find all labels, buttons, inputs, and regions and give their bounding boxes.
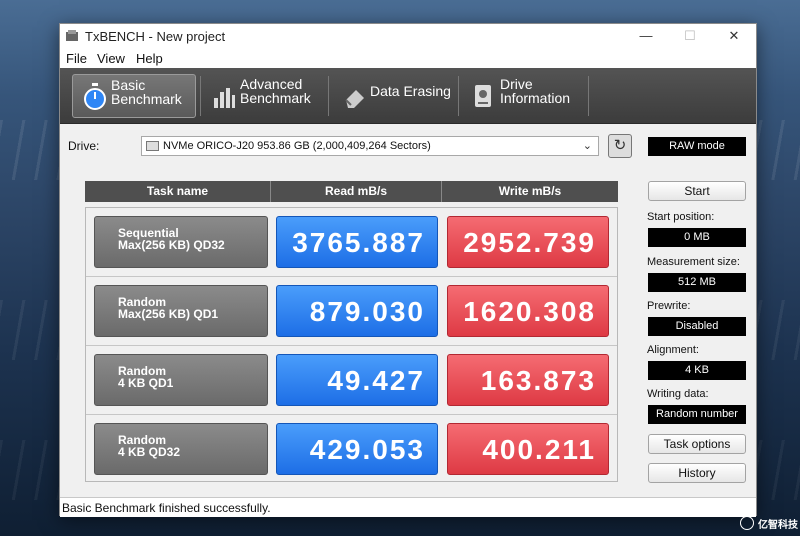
tab-label: Basic Benchmark (111, 77, 182, 107)
title-bar[interactable]: TxBENCH - New project — ☐ ✕ (60, 24, 756, 48)
write-result: 400.211 (447, 423, 609, 475)
start-button[interactable]: Start (648, 181, 746, 201)
watermark-icon (740, 516, 754, 530)
tab-label: Drive Information (500, 76, 571, 106)
bar-chart-icon (214, 88, 235, 108)
tab-basic-benchmark[interactable]: Basic Benchmark (72, 74, 196, 118)
disk-icon (146, 141, 159, 151)
writing-data-field[interactable]: Random number (648, 405, 746, 424)
task-button[interactable]: Random 4 KB QD32 (94, 423, 268, 475)
measurement-size-field[interactable]: 512 MB (648, 273, 746, 292)
raw-mode-toggle[interactable]: RAW mode (648, 137, 746, 156)
writing-data-label: Writing data: (647, 388, 709, 400)
task-name-line2: Max(256 KB) QD1 (118, 307, 219, 321)
read-result: 3765.887 (276, 216, 438, 268)
maximize-button[interactable]: ☐ (670, 27, 710, 45)
results-header: Task name Read mB/s Write mB/s (85, 181, 618, 202)
app-icon (66, 30, 78, 41)
write-result: 2952.739 (447, 216, 609, 268)
tab-divider (200, 76, 201, 116)
refresh-icon: ↻ (613, 137, 627, 154)
drive-select[interactable]: NVMe ORICO-J20 953.86 GB (2,000,409,264 … (141, 136, 599, 156)
table-row: Random Max(256 KB) QD1 879.030 1620.308 (86, 277, 617, 346)
write-result: 1620.308 (447, 285, 609, 337)
watermark-logo: 亿智科技 (740, 515, 798, 533)
table-row: Random 4 KB QD32 429.053 400.211 (86, 415, 617, 484)
minimize-button[interactable]: — (626, 27, 666, 45)
header-read: Read mB/s (324, 184, 388, 198)
task-name-line2: 4 KB QD32 (118, 445, 181, 459)
refresh-button[interactable]: ↻ (608, 134, 632, 158)
alignment-label: Alignment: (647, 344, 699, 356)
menu-view[interactable]: View (97, 51, 125, 66)
menu-file[interactable]: File (66, 51, 87, 66)
tab-label: Advanced Benchmark (240, 76, 311, 106)
status-bar: Basic Benchmark finished successfully. (60, 497, 756, 517)
alignment-field[interactable]: 4 KB (648, 361, 746, 380)
prewrite-label: Prewrite: (647, 300, 691, 312)
tab-divider (328, 76, 329, 116)
stopwatch-icon (84, 83, 106, 110)
start-position-field[interactable]: 0 MB (648, 228, 746, 247)
status-text: Basic Benchmark finished successfully. (62, 501, 271, 515)
read-result: 879.030 (276, 285, 438, 337)
drive-selected-value: NVMe ORICO-J20 953.86 GB (2,000,409,264 … (163, 140, 431, 152)
header-write: Write mB/s (498, 184, 562, 198)
tab-advanced-benchmark[interactable]: Advanced Benchmark (202, 74, 326, 118)
task-button[interactable]: Sequential Max(256 KB) QD32 (94, 216, 268, 268)
read-result: 49.427 (276, 354, 438, 406)
tab-divider (588, 76, 589, 116)
watermark-text: 亿智科技 (758, 520, 798, 531)
history-button[interactable]: History (648, 463, 746, 483)
drive-info-icon (475, 85, 491, 107)
tab-label: Data Erasing (370, 83, 451, 99)
tab-drive-information[interactable]: Drive Information (462, 74, 586, 118)
menu-bar: File View Help (60, 48, 756, 68)
chevron-down-icon: ⌄ (582, 140, 592, 152)
prewrite-field[interactable]: Disabled (648, 317, 746, 336)
tab-divider (458, 76, 459, 116)
task-name-line2: 4 KB QD1 (118, 376, 174, 390)
start-position-label: Start position: (647, 211, 715, 223)
close-button[interactable]: ✕ (714, 27, 754, 45)
tab-data-erasing[interactable]: Data Erasing (332, 74, 456, 118)
drive-label: Drive: (68, 139, 100, 153)
results-table: Sequential Max(256 KB) QD32 3765.887 295… (85, 207, 618, 482)
task-options-button[interactable]: Task options (648, 434, 746, 454)
window-title: TxBENCH - New project (85, 29, 226, 44)
app-window: TxBENCH - New project — ☐ ✕ File View He… (59, 23, 757, 517)
menu-help[interactable]: Help (136, 51, 163, 66)
task-name-line2: Max(256 KB) QD32 (118, 238, 225, 252)
read-result: 429.053 (276, 423, 438, 475)
tab-bar: Basic Benchmark Advanced Benchmark Data … (60, 68, 756, 124)
measurement-size-label: Measurement size: (647, 256, 740, 268)
task-button[interactable]: Random 4 KB QD1 (94, 354, 268, 406)
table-row: Random 4 KB QD1 49.427 163.873 (86, 346, 617, 415)
eraser-icon (345, 90, 364, 108)
table-row: Sequential Max(256 KB) QD32 3765.887 295… (86, 208, 617, 277)
header-task-name: Task name (146, 184, 209, 198)
task-button[interactable]: Random Max(256 KB) QD1 (94, 285, 268, 337)
write-result: 163.873 (447, 354, 609, 406)
